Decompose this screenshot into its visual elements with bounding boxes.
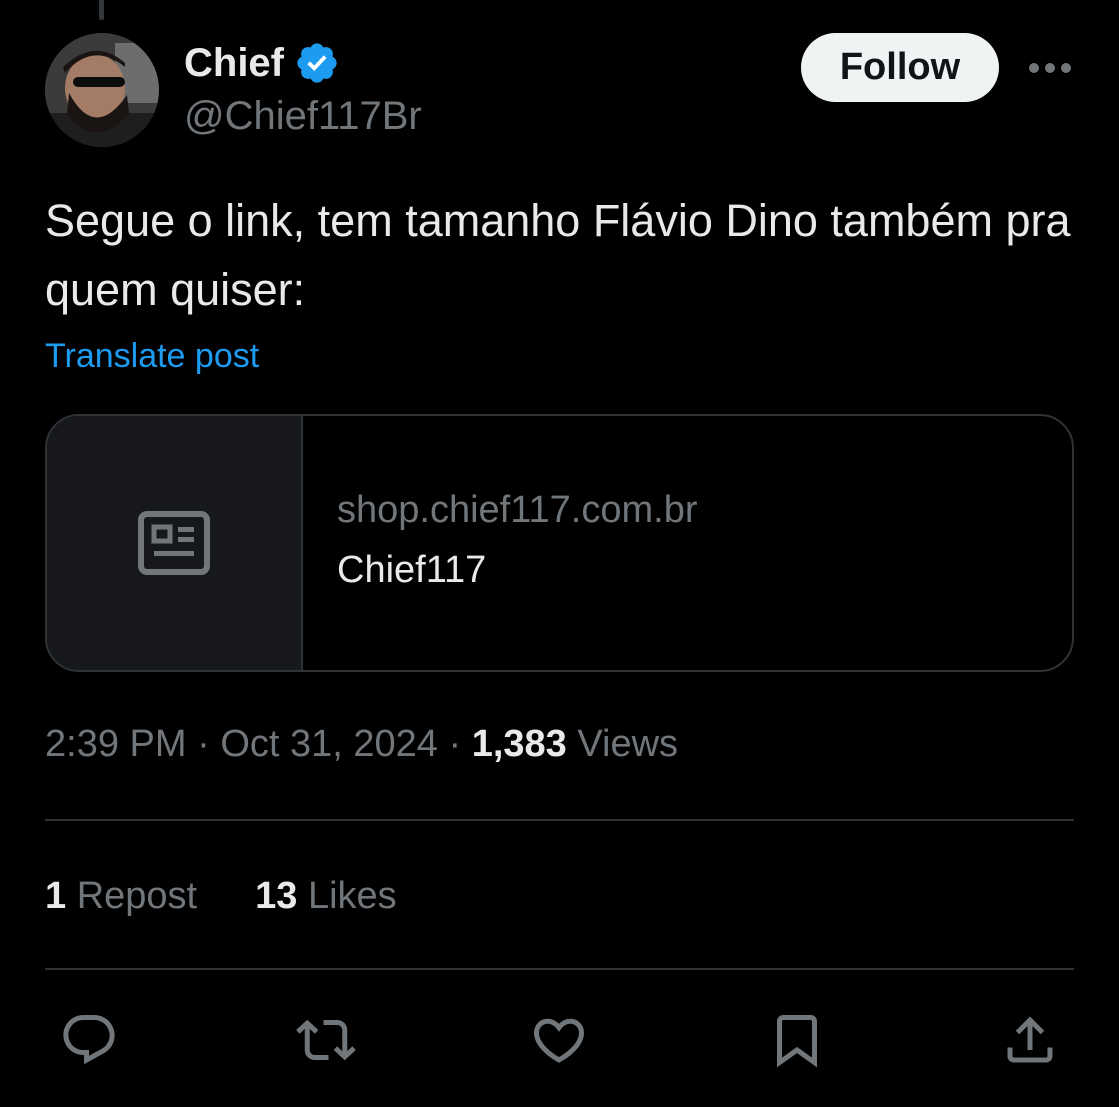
link-preview-card[interactable]: shop.chief117.com.br Chief117 [45,414,1074,672]
repost-button[interactable] [294,1008,358,1072]
meta-separator: · [448,723,462,765]
link-card-thumbnail [47,416,303,670]
post-stats: 1 Repost 13 Likes [45,874,397,920]
verified-badge-icon[interactable] [294,40,340,86]
like-button[interactable] [527,1008,591,1072]
article-icon [138,511,210,575]
follow-button[interactable]: Follow [801,33,999,102]
author-handle[interactable]: @Chief117Br [184,96,422,136]
meta-separator: · [197,723,210,765]
likes-label: Likes [307,875,397,917]
link-card-text: shop.chief117.com.br Chief117 [303,416,698,670]
more-options-button[interactable] [1025,50,1075,86]
bookmark-icon [777,1015,817,1068]
views-label: Views [577,723,679,765]
reply-button[interactable] [57,1008,121,1072]
bookmark-button[interactable] [765,1008,829,1072]
post-detail: Chief @Chief117Br Follow Segue o link, t… [0,0,1119,1107]
likes-count: 13 [255,875,298,917]
share-icon [1007,1016,1053,1063]
author-display-name[interactable]: Chief [184,43,284,83]
share-button[interactable] [998,1008,1062,1072]
likes-stat[interactable]: 13 Likes [255,874,397,920]
avatar[interactable] [45,33,159,147]
avatar-image [45,33,159,147]
link-card-domain: shop.chief117.com.br [337,489,698,531]
author-name-row[interactable]: Chief [184,38,340,88]
divider [45,819,1074,821]
post-date[interactable]: Oct 31, 2024 [220,723,438,765]
reply-icon [63,1015,115,1065]
translate-post-link[interactable]: Translate post [45,336,259,377]
views-count: 1,383 [471,723,567,765]
thread-connector-line [99,0,104,20]
repost-icon [296,1019,356,1061]
post-metadata: 2:39 PM · Oct 31, 2024 · 1,383 Views [45,722,678,768]
repost-label: Repost [76,875,198,917]
post-time[interactable]: 2:39 PM [45,723,187,765]
like-icon [533,1018,585,1063]
repost-stat[interactable]: 1 Repost [45,874,197,920]
post-text: Segue o link, tem tamanho Flávio Dino ta… [45,195,1071,315]
link-card-title: Chief117 [337,548,487,591]
more-icon [1029,63,1071,73]
divider [45,968,1074,970]
repost-count: 1 [45,875,67,917]
